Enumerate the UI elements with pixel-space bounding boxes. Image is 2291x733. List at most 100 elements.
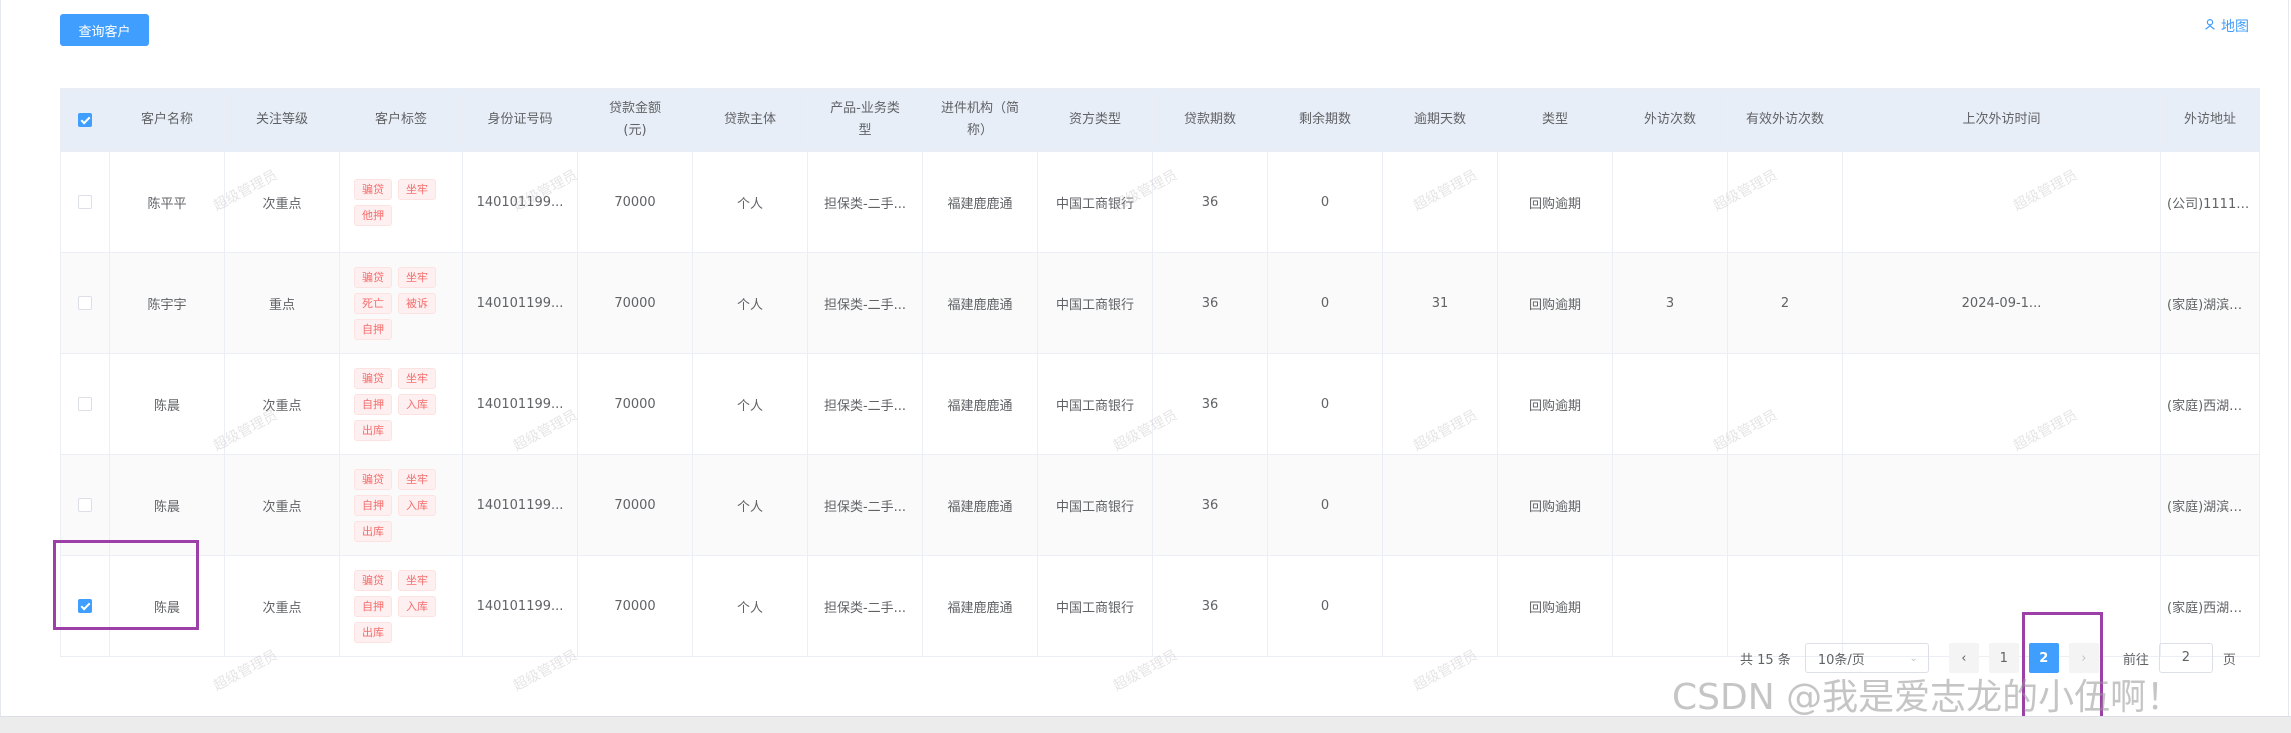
loan-amount: 70000	[577, 252, 693, 354]
valid-visit-count	[1727, 454, 1843, 556]
id-number: 140101199...	[462, 353, 578, 455]
origin-org: 福建鹿鹿通	[922, 555, 1038, 657]
visit-count	[1612, 151, 1728, 253]
case-type: 回购逾期	[1497, 555, 1613, 657]
product-type: 担保类-二手...	[807, 252, 923, 354]
table-row[interactable]: 陈宇宇 重点 骗贷 坐牢 死亡 被诉 自押 140101199... 70000…	[60, 252, 2260, 354]
row-checkbox[interactable]	[78, 296, 92, 310]
attention-level: 次重点	[224, 454, 340, 556]
remaining-periods: 0	[1267, 454, 1383, 556]
customer-name: 陈平平	[109, 151, 225, 253]
goto-suffix: 页	[2222, 652, 2236, 668]
last-visit-time: 2024-09-1...	[1842, 252, 2161, 354]
loan-periods: 36	[1152, 353, 1268, 455]
funder-type: 中国工商银行	[1037, 555, 1153, 657]
id-number: 140101199...	[462, 252, 578, 354]
customer-tags: 骗贷 坐牢 自押 入库 出库	[339, 555, 463, 657]
column-header-line-1: 进件机构（简	[940, 101, 1019, 116]
customer-tag: 骗贷	[354, 266, 392, 288]
case-type: 回购逾期	[1497, 454, 1613, 556]
id-number: 140101199...	[462, 151, 578, 253]
attention-level: 次重点	[224, 353, 340, 455]
origin-org: 福建鹿鹿通	[922, 454, 1038, 556]
customer-tag: 骗贷	[354, 178, 392, 200]
row-checkbox[interactable]	[78, 498, 92, 512]
loan-subject: 个人	[692, 353, 808, 455]
loan-subject: 个人	[692, 454, 808, 556]
case-type: 回购逾期	[1497, 252, 1613, 354]
csdn-watermark: CSDN @我是爱志龙的小伍啊！	[1672, 677, 2183, 718]
row-select-cell[interactable]	[60, 252, 110, 354]
table-header-row: 客户名称 关注等级 客户标签 身份证号码 贷款金额 (元) 贷款主体 产品-业务类…	[60, 88, 2260, 152]
column-header: 客户标签	[339, 88, 463, 152]
loan-periods: 36	[1152, 151, 1268, 253]
remaining-periods: 0	[1267, 353, 1383, 455]
column-header: 剩余期数	[1267, 88, 1383, 152]
page: 查询客户 地图 客户名称 关注等级 客户标签 身份证号码 贷款金额 (元) 贷款主…	[0, 0, 2291, 733]
visit-count	[1612, 454, 1728, 556]
column-header: 类型	[1497, 88, 1613, 152]
column-header: 贷款主体	[692, 88, 808, 152]
column-header: 关注等级	[224, 88, 340, 152]
customer-tags: 骗贷 坐牢 自押 入库 出库	[339, 353, 463, 455]
customer-tag: 出库	[354, 621, 392, 643]
table-row[interactable]: 陈晨 次重点 骗贷 坐牢 自押 入库 出库 140101199... 70000…	[60, 454, 2260, 556]
customer-tag: 坐牢	[398, 569, 436, 591]
customer-tags: 骗贷 坐牢 死亡 被诉 自押	[339, 252, 463, 354]
column-header: 进件机构（简 称）	[922, 88, 1038, 152]
chevron-left-icon: ‹	[1961, 650, 1967, 666]
column-header: 资方类型	[1037, 88, 1153, 152]
customer-tags: 骗贷 坐牢 他押	[339, 151, 463, 253]
case-type: 回购逾期	[1497, 151, 1613, 253]
attention-level: 重点	[224, 252, 340, 354]
customer-tag: 坐牢	[398, 367, 436, 389]
customer-name: 陈晨	[109, 353, 225, 455]
product-type: 担保类-二手...	[807, 151, 923, 253]
customer-tag: 被诉	[398, 292, 436, 314]
map-link-label: 地图	[2221, 19, 2249, 35]
case-type: 回购逾期	[1497, 353, 1613, 455]
table-row[interactable]: 陈平平 次重点 骗贷 坐牢 他押 140101199... 70000 个人 担…	[60, 151, 2260, 253]
column-header: 有效外访次数	[1727, 88, 1843, 152]
visit-address: (家庭)西湖公园1-5	[2160, 353, 2260, 455]
loan-amount: 70000	[577, 151, 693, 253]
map-link[interactable]: 地图	[2203, 16, 2249, 36]
visit-address: (家庭)湖滨路西湖公园（119.289753,26.0...	[2160, 454, 2260, 556]
customer-tag: 入库	[398, 494, 436, 516]
table-row[interactable]: 陈晨 次重点 骗贷 坐牢 自押 入库 出库 140101199... 70000…	[60, 353, 2260, 455]
last-visit-time	[1842, 151, 2161, 253]
customer-tag: 自押	[354, 494, 392, 516]
right-border	[2288, 0, 2289, 716]
row-select-cell[interactable]	[60, 151, 110, 253]
funder-type: 中国工商银行	[1037, 454, 1153, 556]
map-location-icon	[2203, 17, 2217, 35]
row-select-cell[interactable]	[60, 353, 110, 455]
column-header: 上次外访时间	[1842, 88, 2161, 152]
customer-tag: 骗贷	[354, 468, 392, 490]
customer-tag: 出库	[354, 520, 392, 542]
column-header-line-2: (元)	[623, 123, 647, 138]
select-all-checkbox[interactable]	[78, 112, 92, 127]
id-number: 140101199...	[462, 555, 578, 657]
overdue-days	[1382, 555, 1498, 657]
funder-type: 中国工商银行	[1037, 252, 1153, 354]
customer-tag: 骗贷	[354, 569, 392, 591]
bottom-scrollbar[interactable]	[0, 716, 2291, 733]
customer-tag: 自押	[354, 595, 392, 617]
query-customer-button[interactable]: 查询客户	[60, 14, 149, 46]
product-type: 担保类-二手...	[807, 353, 923, 455]
select-all-cell[interactable]	[60, 88, 110, 152]
column-header: 产品-业务类型	[807, 88, 923, 152]
customer-tag: 骗贷	[354, 367, 392, 389]
valid-visit-count: 2	[1727, 252, 1843, 354]
row-checkbox[interactable]	[78, 397, 92, 411]
column-header: 外访次数	[1612, 88, 1728, 152]
customer-tags: 骗贷 坐牢 自押 入库 出库	[339, 454, 463, 556]
chevron-down-icon: ⌄	[1909, 652, 1918, 664]
left-border	[0, 0, 1, 716]
visit-count	[1612, 555, 1728, 657]
row-checkbox[interactable]	[78, 195, 92, 209]
remaining-periods: 0	[1267, 555, 1383, 657]
valid-visit-count	[1727, 353, 1843, 455]
customer-tag: 入库	[398, 393, 436, 415]
